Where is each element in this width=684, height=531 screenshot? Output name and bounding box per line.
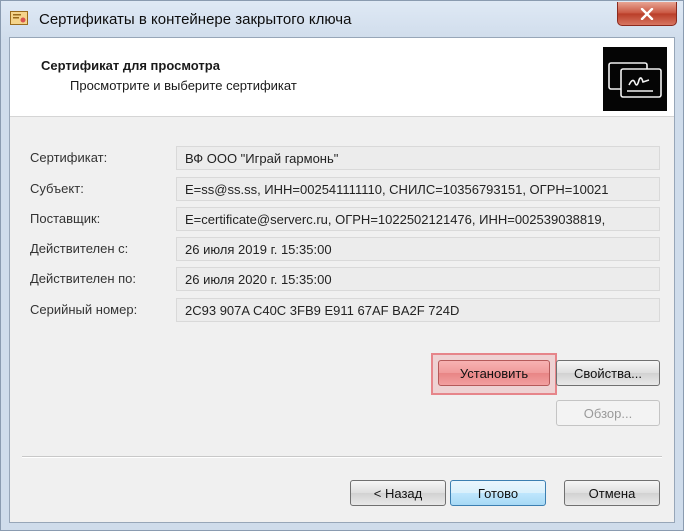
certificate-card-icon (603, 47, 667, 111)
field-row-issuer: Поставщик: E=certificate@serverc.ru, ОГР… (10, 207, 674, 231)
field-label: Поставщик: (30, 211, 101, 226)
dialog-body: Сертификат для просмотра Просмотрите и в… (9, 37, 675, 523)
dialog-window: Сертификаты в контейнере закрытого ключа… (0, 0, 684, 531)
field-row-subject: Субъект: E=ss@ss.ss, ИНН=002541111110, С… (10, 177, 674, 201)
certificate-name-value[interactable]: ВФ ООО "Играй гармонь" (176, 146, 660, 170)
close-icon (640, 7, 654, 20)
browse-button[interactable]: Обзор... (556, 400, 660, 426)
properties-button[interactable]: Свойства... (556, 360, 660, 386)
valid-to-value[interactable]: 26 июля 2020 г. 15:35:00 (176, 267, 660, 291)
field-row-valid-to: Действителен по: 26 июля 2020 г. 15:35:0… (10, 267, 674, 291)
field-label: Субъект: (30, 181, 84, 196)
subject-value[interactable]: E=ss@ss.ss, ИНН=002541111110, СНИЛС=1035… (176, 177, 660, 201)
field-row-serial: Серийный номер: 2C93 907A C40C 3FB9 E911… (10, 298, 674, 322)
header-subtitle: Просмотрите и выберите сертификат (70, 78, 297, 93)
back-button[interactable]: < Назад (350, 480, 446, 506)
close-button[interactable] (617, 2, 677, 26)
serial-number-value[interactable]: 2C93 907A C40C 3FB9 E911 67AF BA2F 724D (176, 298, 660, 322)
field-label: Действителен по: (30, 271, 137, 286)
field-label: Серийный номер: (30, 302, 138, 317)
field-row-certificate: Сертификат: ВФ ООО "Играй гармонь" (10, 146, 674, 170)
title-bar[interactable]: Сертификаты в контейнере закрытого ключа (1, 1, 683, 37)
wizard-header: Сертификат для просмотра Просмотрите и в… (10, 38, 674, 117)
field-label: Действителен с: (30, 241, 129, 256)
field-label: Сертификат: (30, 150, 108, 165)
done-button[interactable]: Готово (450, 480, 546, 506)
header-title: Сертификат для просмотра (41, 58, 220, 73)
cancel-button[interactable]: Отмена (564, 480, 660, 506)
window-title: Сертификаты в контейнере закрытого ключа (39, 11, 352, 28)
valid-from-value[interactable]: 26 июля 2019 г. 15:35:00 (176, 237, 660, 261)
field-row-valid-from: Действителен с: 26 июля 2019 г. 15:35:00 (10, 237, 674, 261)
issuer-value[interactable]: E=certificate@serverc.ru, ОГРН=102250212… (176, 207, 660, 231)
certificate-app-icon (10, 11, 28, 25)
separator (22, 456, 662, 458)
install-button[interactable]: Установить (438, 360, 550, 386)
